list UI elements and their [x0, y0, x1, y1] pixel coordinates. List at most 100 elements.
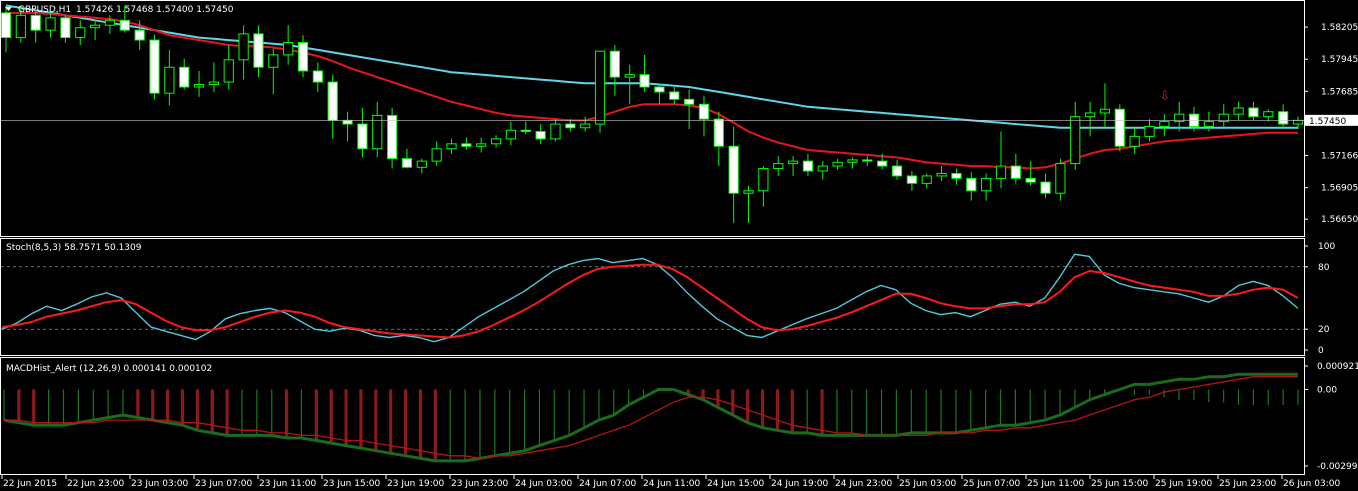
candle-body — [387, 114, 398, 160]
candle-body — [936, 172, 947, 177]
candle-body — [832, 161, 843, 167]
time-tick-label: 25 Jun 11:00 — [1027, 479, 1084, 489]
macd-hist-bar — [241, 389, 243, 436]
candle-body — [1203, 121, 1215, 128]
price-tick-label: 1.56650 — [1321, 215, 1358, 225]
macd-hist-bar — [999, 389, 1002, 426]
candle-body — [906, 175, 917, 184]
candle-body — [1040, 181, 1051, 194]
macd-hist-bar — [746, 389, 750, 423]
chart-canvas: ⇩ GBPUSD,H1 1.57426 1.57468 1.57400 1.57… — [0, 0, 1358, 489]
time-tick-label: 23 Jun 07:00 — [195, 479, 252, 489]
macd-hist-bar — [940, 389, 942, 433]
macd-hist-bar — [1044, 389, 1046, 421]
macd-hist-bar — [538, 389, 541, 446]
candle-body — [476, 143, 487, 147]
macd-hist-bar — [32, 389, 36, 426]
candle-body — [862, 159, 873, 162]
time-tick-label: 25 Jun 19:00 — [1155, 479, 1212, 489]
macd-hist-bar — [3, 389, 5, 421]
candle-body — [134, 29, 145, 41]
candle-body — [1159, 121, 1170, 128]
price-tick-label: 1.56905 — [1321, 184, 1358, 194]
candle-body — [342, 119, 353, 125]
macd-hist-bar — [122, 389, 124, 416]
price-tick-label: 1.58205 — [1321, 23, 1358, 33]
macd-title: MACDHist_Alert (12,26,9) 0.000141 0.0001… — [6, 364, 212, 374]
macd-hist-bar — [344, 389, 348, 446]
macd-hist-bar — [403, 389, 408, 456]
time-tick-label: 22 Jun 23:00 — [67, 479, 124, 489]
macd-tick-label: 0.000921 — [1317, 362, 1358, 372]
macd-hist-bar — [583, 389, 585, 428]
macd-hist-bar — [1282, 389, 1284, 405]
macd-hist-bar — [449, 389, 451, 461]
macd-hist-bar — [836, 389, 838, 436]
candle-body — [535, 130, 546, 140]
macd-hist-bar — [314, 389, 318, 441]
macd-hist-bar — [1029, 389, 1031, 423]
macd-hist-bar — [1014, 389, 1017, 426]
candle-body — [758, 168, 769, 192]
candle-body — [802, 160, 814, 172]
macd-hist-bar — [1223, 389, 1225, 403]
macd-tick-label: -0.002998 — [1317, 462, 1358, 472]
candle-body — [327, 81, 338, 121]
last-price-label: 1.57450 — [1309, 117, 1346, 127]
last-price-tag: 1.57450 — [1305, 114, 1358, 127]
time-tick-label: 23 Jun 03:00 — [131, 479, 188, 489]
macd-hist-bar — [1297, 389, 1299, 405]
candle-body — [1010, 165, 1021, 179]
macd-hist-bar — [985, 389, 987, 428]
stoch-panel[interactable] — [0, 238, 1305, 356]
time-tick-label: 26 Jun 03:00 — [1283, 479, 1340, 489]
candle-body — [60, 17, 71, 39]
candle-body — [1144, 126, 1155, 137]
price-title: GBPUSD,H1 — [18, 5, 71, 15]
candle-body — [45, 17, 56, 31]
candle-body — [669, 91, 680, 100]
macd-panel[interactable] — [0, 357, 1305, 475]
macd-hist-bar — [553, 389, 555, 441]
candle-body — [565, 123, 576, 129]
candle-body — [416, 160, 427, 168]
macd-hist-bar — [136, 389, 140, 418]
macd-hist-bar — [389, 389, 393, 454]
candle-body — [817, 165, 828, 172]
candle-body — [431, 148, 442, 162]
macd-hist-bar — [1163, 389, 1165, 398]
macd-hist-bar — [284, 389, 289, 438]
macd-hist-bar — [17, 389, 21, 423]
candle-body — [787, 160, 799, 165]
macd-hist-bar — [271, 389, 273, 436]
candle-body — [684, 98, 695, 105]
price-tick-label: 1.57945 — [1321, 55, 1358, 65]
candle-body — [1233, 107, 1244, 115]
candle-body — [357, 123, 368, 150]
stoch-title: Stoch(8,5,3) 58.7571 50.1309 — [6, 243, 142, 253]
macd-hist-bar — [107, 389, 109, 418]
macd-hist-bar — [613, 389, 615, 416]
candle-body — [149, 39, 160, 94]
macd-y-axis: 0.000921 0.00 -0.002998 — [1304, 362, 1358, 472]
candle-body — [1099, 108, 1111, 114]
candle-body — [283, 42, 294, 56]
candle-body — [891, 165, 903, 177]
macd-hist-bar — [775, 389, 780, 431]
macd-hist-bar — [195, 389, 199, 431]
candle-body — [179, 66, 190, 88]
candle-body — [847, 159, 858, 163]
time-tick-label: 24 Jun 19:00 — [771, 479, 828, 489]
stoch-tick-label: 80 — [1318, 263, 1330, 273]
time-tick-label: 24 Jun 03:00 — [515, 479, 572, 489]
time-tick-label: 23 Jun 23:00 — [451, 479, 508, 489]
candle-body — [877, 160, 888, 167]
macd-hist-bar — [494, 389, 496, 456]
macd-hist-bar — [820, 389, 824, 436]
price-panel[interactable]: ⇩ — [0, 0, 1305, 237]
macd-hist-bar — [1252, 389, 1254, 405]
candle-body — [609, 50, 620, 78]
macd-hist-bar — [1237, 389, 1240, 405]
candle-body — [594, 50, 606, 125]
macd-hist-bar — [210, 389, 214, 433]
